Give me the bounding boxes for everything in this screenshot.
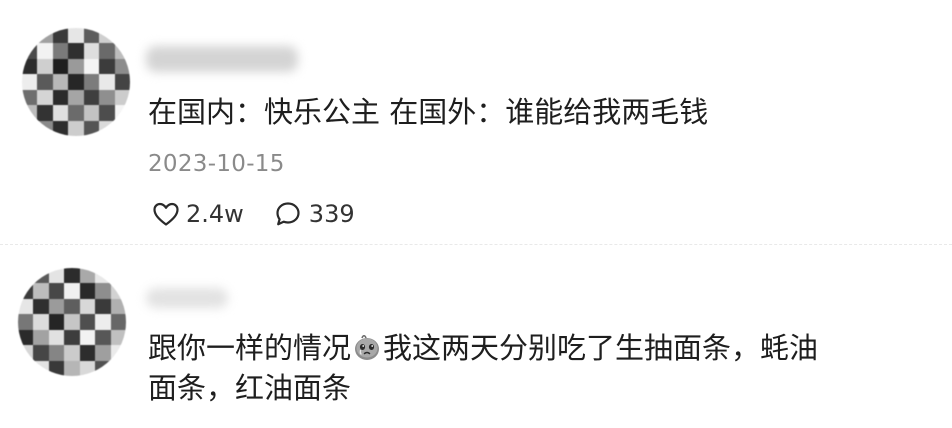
username-blurred[interactable] [146, 288, 228, 308]
speech-bubble-outline-icon [276, 202, 300, 226]
like-count: 2.4w [186, 200, 244, 228]
comment-item: 在国内：快乐公主 在国外：谁能给我两毛钱 2023-10-15 2.4w 339 [0, 0, 952, 244]
avatar[interactable] [18, 268, 126, 376]
comment-date: 2023-10-15 [148, 151, 285, 177]
comment-text: 在国内：快乐公主 在国外：谁能给我两毛钱 [148, 95, 709, 129]
reply-count: 339 [308, 200, 355, 228]
comment-text: 跟你一样的情况 我这两天分别吃了生抽面条，蚝油 面条，红油面条 [148, 328, 818, 408]
like-button[interactable]: 2.4w [152, 200, 244, 228]
comment-actions: 2.4w 339 [152, 200, 355, 228]
avatar[interactable] [22, 28, 130, 136]
heart-outline-icon [153, 202, 179, 226]
crying-face-emoji-icon [355, 334, 380, 360]
comment-item: 跟你一样的情况 我这两天分别吃了生抽面条，蚝油 面条，红油面条 [0, 244, 952, 428]
reply-button[interactable]: 339 [274, 200, 355, 228]
comment-text-segment: 我这两天分别吃了生抽面条，蚝油 [383, 331, 819, 365]
username-blurred[interactable] [146, 46, 298, 72]
comment-text-segment: 跟你一样的情况 [148, 331, 352, 365]
comment-text-line: 面条，红油面条 [148, 371, 352, 405]
